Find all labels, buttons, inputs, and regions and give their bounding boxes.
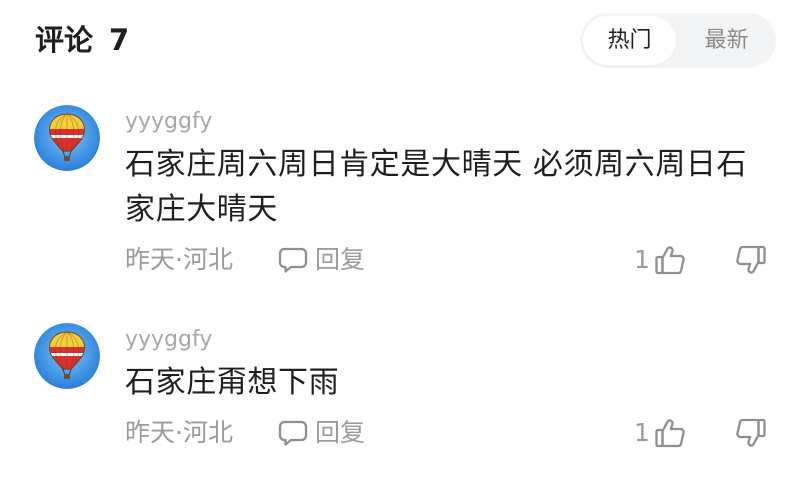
comment-bubble-icon (278, 419, 308, 447)
comment-section: 评论 7 热门 最新 yyyggfy 石家庄周六周日肯定是大晴天 必须周六周日石… (0, 0, 800, 481)
time-location: 昨天·河北 (125, 245, 233, 274)
reply-label: 回复 (315, 418, 366, 447)
avatar[interactable] (34, 105, 100, 171)
avatar[interactable] (34, 323, 100, 389)
comments-count: 7 (109, 23, 130, 57)
comment-meta: 昨天·河北 回复 1 (125, 417, 770, 449)
sort-toggle: 热门 最新 (580, 13, 776, 68)
comment-text: 石家庄周六周日肯定是大晴天 必须周六周日石家庄大晴天 (125, 147, 748, 227)
reply-button[interactable]: 回复 (278, 417, 365, 449)
comments-title: 评论 (35, 23, 94, 57)
hot-air-balloon-icon (34, 323, 100, 389)
like-button[interactable]: 1 (634, 244, 686, 276)
like-count: 1 (634, 245, 650, 274)
dislike-button[interactable] (735, 417, 767, 449)
reply-button[interactable]: 回复 (278, 244, 365, 276)
comment-bubble-icon (278, 246, 308, 274)
thumbs-up-icon (654, 418, 686, 448)
comments-header: 评论 7 (35, 20, 129, 60)
comment-item: yyyggfy 石家庄甭想下雨 昨天·河北 回复 1 (34, 323, 774, 449)
dislike-button[interactable] (735, 244, 767, 276)
comment-text: 石家庄甭想下雨 (125, 365, 340, 400)
username[interactable]: yyyggfy (125, 109, 770, 135)
thumbs-down-icon (735, 418, 767, 448)
time-location: 昨天·河北 (125, 418, 233, 447)
username[interactable]: yyyggfy (125, 327, 770, 353)
thumbs-up-icon (654, 245, 686, 275)
reply-label: 回复 (315, 245, 366, 274)
comment-body: yyyggfy 石家庄甭想下雨 昨天·河北 回复 1 (125, 323, 770, 449)
comment-body: yyyggfy 石家庄周六周日肯定是大晴天 必须周六周日石家庄大晴天 昨天·河北… (125, 105, 770, 276)
thumbs-down-icon (735, 245, 767, 275)
comment-meta: 昨天·河北 回复 1 (125, 244, 770, 276)
like-count: 1 (634, 418, 650, 447)
like-button[interactable]: 1 (634, 417, 686, 449)
tab-hot[interactable]: 热门 (583, 16, 676, 65)
comment-item: yyyggfy 石家庄周六周日肯定是大晴天 必须周六周日石家庄大晴天 昨天·河北… (34, 105, 774, 276)
tab-latest[interactable]: 最新 (680, 16, 773, 65)
hot-air-balloon-icon (34, 105, 100, 171)
